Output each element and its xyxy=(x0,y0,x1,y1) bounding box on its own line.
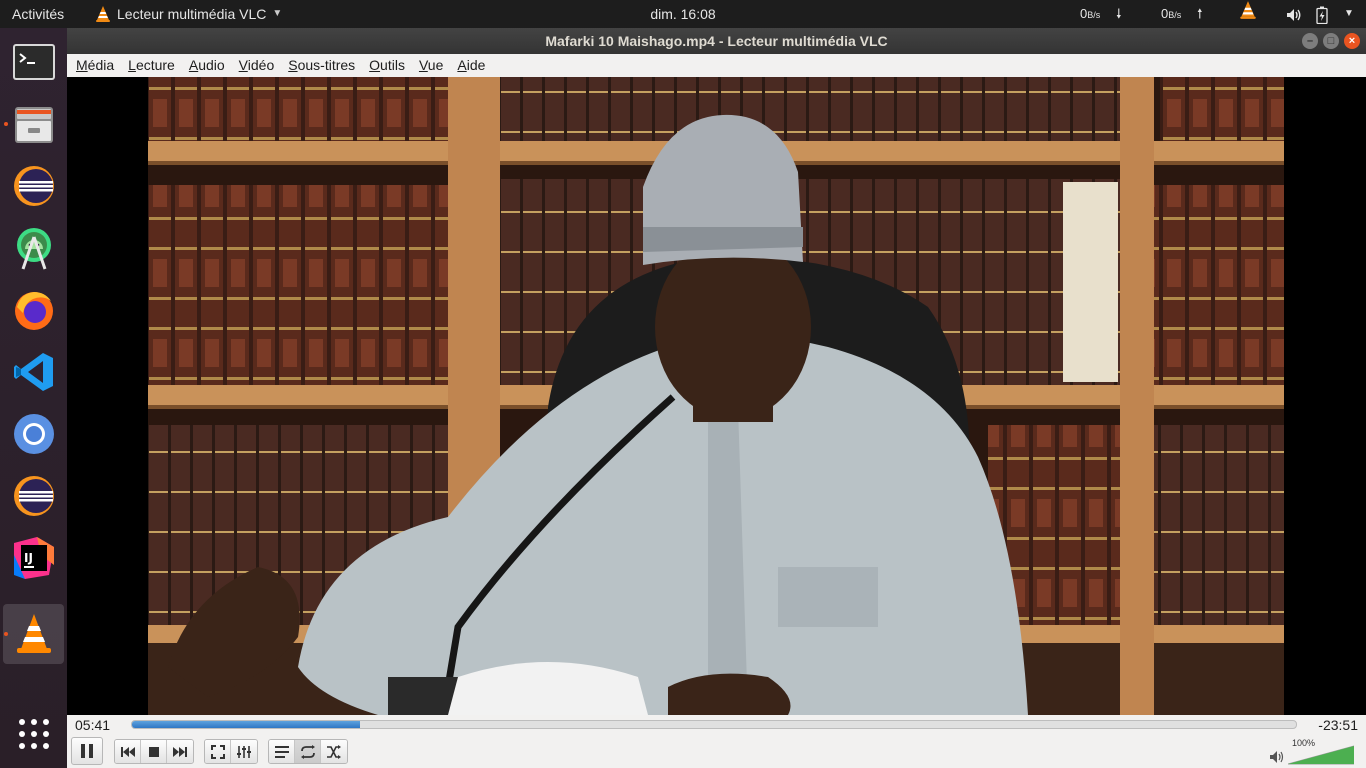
menu-video[interactable]: Vidéo xyxy=(232,54,282,77)
transport-group xyxy=(114,739,194,764)
vlc-icon xyxy=(16,614,51,653)
arrow-up-icon: 🠕 xyxy=(1197,6,1203,21)
seek-row: 05:41 -23:51 xyxy=(67,715,1366,735)
dock-item-android-studio[interactable] xyxy=(3,218,64,278)
menu-vue[interactable]: Vue xyxy=(412,54,450,77)
clock[interactable]: dim. 16:08 xyxy=(650,6,715,22)
extended-settings-button[interactable] xyxy=(231,740,257,763)
close-button[interactable]: × xyxy=(1344,33,1360,49)
stop-button[interactable] xyxy=(141,740,167,763)
video-area[interactable] xyxy=(67,77,1366,715)
fullscreen-icon xyxy=(210,744,225,759)
next-button[interactable] xyxy=(167,740,193,763)
app-menu-label: Lecteur multimédia VLC xyxy=(117,6,267,22)
speaker-icon xyxy=(1270,751,1284,763)
playlist-group xyxy=(268,739,348,764)
grid-icon xyxy=(18,719,49,749)
previous-button[interactable] xyxy=(115,740,141,763)
show-applications-button[interactable] xyxy=(3,704,64,764)
firefox-icon xyxy=(14,292,53,330)
arrow-down-icon: 🠗 xyxy=(1116,6,1122,21)
android-studio-icon xyxy=(16,228,51,270)
net-upload-rate: 0B/s xyxy=(1161,6,1182,21)
menu-bar: Média Lecture Audio Vidéo Sous-titres Ou… xyxy=(67,54,1366,77)
seek-slider[interactable] xyxy=(131,720,1297,729)
window-titlebar[interactable]: Mafarki 10 Maishago.mp4 - Lecteur multim… xyxy=(67,28,1366,54)
skip-previous-icon xyxy=(120,746,135,757)
vlc-tray-icon[interactable] xyxy=(1238,0,1258,28)
dock-item-files[interactable] xyxy=(3,94,64,154)
eclipse-icon xyxy=(13,476,54,516)
terminal-icon xyxy=(12,44,55,80)
playlist-button[interactable] xyxy=(269,740,295,763)
minimize-button[interactable]: – xyxy=(1302,33,1318,49)
net-download-rate: 0B/s xyxy=(1080,6,1101,21)
intellij-icon: IJ xyxy=(13,537,54,579)
vscode-icon xyxy=(13,353,53,391)
battery-icon[interactable] xyxy=(1316,0,1328,28)
svg-text:IJ: IJ xyxy=(24,551,33,565)
menu-outils[interactable]: Outils xyxy=(362,54,412,77)
loop-button[interactable] xyxy=(295,740,321,763)
elapsed-time: 05:41 xyxy=(75,717,111,733)
menu-lecture[interactable]: Lecture xyxy=(121,54,182,77)
chromium-icon xyxy=(13,414,54,454)
shuffle-icon xyxy=(327,744,341,759)
dock-item-eclipse[interactable] xyxy=(3,156,64,216)
dock-item-intellij[interactable]: IJ xyxy=(3,528,64,588)
chevron-down-icon[interactable]: ▼ xyxy=(1344,0,1354,28)
pause-button[interactable] xyxy=(71,737,103,765)
activities-button[interactable]: Activités xyxy=(12,0,64,28)
dock: IJ xyxy=(0,28,67,768)
dock-item-chromium[interactable] xyxy=(3,404,64,464)
dock-item-vlc[interactable] xyxy=(3,604,64,664)
video-frame xyxy=(148,77,1284,715)
stop-icon xyxy=(148,746,159,757)
shuffle-button[interactable] xyxy=(321,740,347,763)
menu-aide[interactable]: Aide xyxy=(450,54,492,77)
file-cabinet-icon xyxy=(14,107,53,143)
dock-item-firefox[interactable] xyxy=(3,280,64,340)
volume-slider[interactable] xyxy=(1288,745,1354,765)
window-title: Mafarki 10 Maishago.mp4 - Lecteur multim… xyxy=(545,33,888,49)
chevron-down-icon: ▼ xyxy=(272,8,283,19)
repeat-icon xyxy=(300,744,315,759)
dock-item-eclipse-2[interactable] xyxy=(3,466,64,526)
seek-progress xyxy=(132,721,361,728)
eclipse-icon xyxy=(13,166,54,206)
running-indicator xyxy=(4,122,8,126)
top-panel: Activités Lecteur multimédia VLC ▼ dim. … xyxy=(0,0,1366,28)
dock-item-vscode[interactable] xyxy=(3,342,64,402)
volume-control[interactable]: 100% xyxy=(1268,738,1358,765)
speaker-icon[interactable] xyxy=(1286,0,1302,28)
control-bar: 100% xyxy=(67,735,1366,768)
menu-sous-titres[interactable]: Sous-titres xyxy=(281,54,362,77)
menu-media[interactable]: Média xyxy=(67,54,121,77)
pause-icon xyxy=(81,744,93,758)
fullscreen-button[interactable] xyxy=(205,740,231,763)
maximize-button[interactable]: □ xyxy=(1323,33,1339,49)
menu-audio[interactable]: Audio xyxy=(182,54,232,77)
equalizer-icon xyxy=(237,745,251,758)
app-menu[interactable]: Lecteur multimédia VLC ▼ xyxy=(95,0,282,28)
running-indicator xyxy=(4,632,8,636)
skip-next-icon xyxy=(173,746,187,757)
view-group xyxy=(204,739,258,764)
playlist-icon xyxy=(274,745,289,758)
vlc-cone-icon xyxy=(96,6,110,22)
remaining-time[interactable]: -23:51 xyxy=(1318,717,1358,733)
dock-item-terminal[interactable] xyxy=(3,32,64,92)
